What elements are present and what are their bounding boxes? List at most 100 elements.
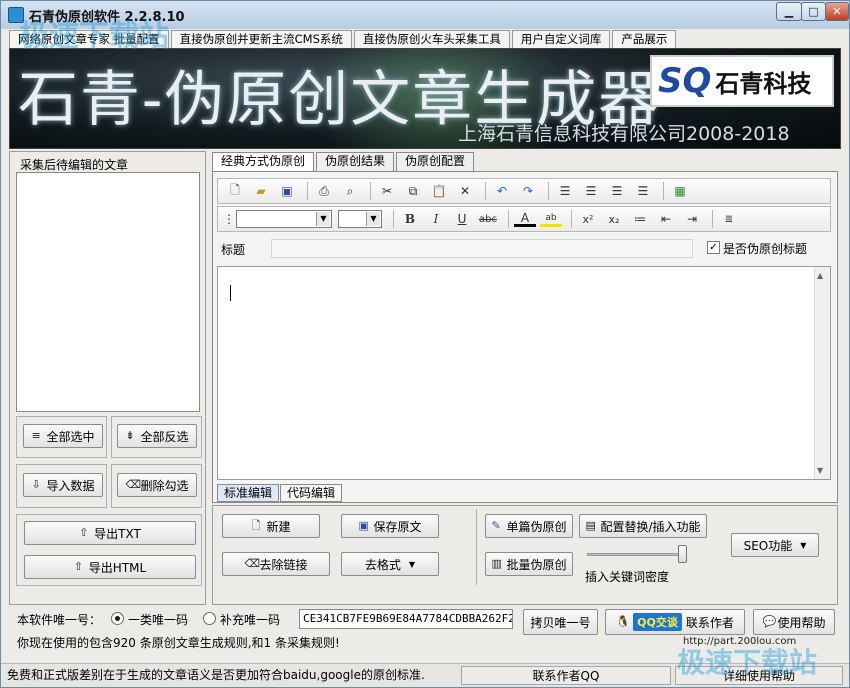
tab-code-edit[interactable]: 代码编辑 (280, 484, 343, 502)
save-icon[interactable]: ▣ (276, 181, 298, 201)
editor-panel: 🗋 ▰ ▣ ⎙ ⌕ ✂ ⧉ 📋 ✕ ↶ ↷ ☰ ☰ ☰ ☰ ▦ ⋮ ▼ ▼ B … (212, 171, 838, 503)
tab-classic-pseudo[interactable]: 经典方式伪原创 (212, 152, 315, 172)
italic-icon[interactable]: I (425, 209, 447, 229)
align-center-icon[interactable]: ☰ (580, 181, 602, 201)
toolbar-separator (712, 210, 713, 228)
font-family-select[interactable]: ▼ (236, 210, 332, 228)
editor-scrollbar[interactable]: ▲ ▼ (814, 267, 830, 479)
help-button[interactable]: 💬 使用帮助 (753, 609, 835, 635)
invert-select-button[interactable]: ⇟ 全部反选 (117, 424, 197, 448)
new-button[interactable]: 🗋 新建 (222, 514, 320, 538)
superscript-icon[interactable]: x² (577, 209, 599, 229)
rules-info: 你现在使用的包含920 条原创文章生成规则,和1 条采集规则! (17, 636, 340, 650)
highlight-color-icon[interactable]: ab (540, 211, 562, 227)
title-input[interactable] (271, 239, 693, 258)
export-html-button[interactable]: ⇧ 导出HTML (24, 555, 196, 579)
save-original-button[interactable]: ▣ 保存原文 (341, 514, 439, 538)
toolbar-separator (508, 210, 509, 228)
copy-code-label: 拷贝唯一号 (530, 615, 591, 630)
radio-type2[interactable] (203, 612, 216, 625)
config-replace-button[interactable]: ▤ 配置替换/插入功能 (579, 514, 707, 538)
new-doc-icon[interactable]: 🗋 (224, 181, 246, 201)
pen-icon: ✎ (491, 519, 501, 532)
delete-checked-button[interactable]: ⌫ 删除勾选 (117, 473, 197, 497)
toolbar-separator (663, 182, 664, 200)
scroll-up-icon[interactable]: ▲ (817, 271, 823, 280)
tab-pseudo-result[interactable]: 伪原创结果 (316, 152, 395, 171)
font-size-select[interactable]: ▼ (338, 210, 382, 228)
menu-locomotive-tool[interactable]: 直接伪原创火车头采集工具 (353, 30, 510, 48)
minimize-button[interactable]: ▁ (776, 2, 802, 21)
pseudo-title-checkbox[interactable]: ✓ (707, 241, 720, 254)
remove-links-label: 去除链接 (259, 557, 308, 572)
select-all-button[interactable]: ≡ 全部选中 (23, 424, 103, 448)
batch-pseudo-button[interactable]: ▥ 批量伪原创 (485, 552, 573, 576)
single-pseudo-label: 单篇伪原创 (506, 519, 567, 534)
cut-icon[interactable]: ✂ (376, 181, 398, 201)
keyword-density-thumb[interactable] (678, 545, 687, 563)
copy-icon[interactable]: ⧉ (402, 181, 424, 201)
print-icon[interactable]: ⎙ (313, 181, 335, 201)
outdent-icon[interactable]: ⇤ (655, 209, 677, 229)
menu-user-dictionary[interactable]: 用户自定义词库 (511, 30, 611, 48)
clear-format-button[interactable]: 去格式 ▼ (341, 552, 439, 576)
status-contact-qq[interactable]: 联系作者QQ (461, 666, 671, 685)
copy-code-button[interactable]: 拷贝唯一号 (523, 609, 598, 635)
source-icon[interactable]: ≣ (718, 209, 740, 229)
tab-pseudo-config[interactable]: 伪原创配置 (396, 152, 475, 171)
seo-button[interactable]: SEO功能 ▼ (731, 533, 819, 557)
undo-icon[interactable]: ↶ (491, 181, 513, 201)
toolbar-separator (571, 210, 572, 228)
watermark-top: 极速下载站 (19, 19, 169, 54)
underline-icon[interactable]: U (451, 209, 473, 229)
print-preview-icon[interactable]: ⌕ (339, 181, 361, 201)
align-justify-icon[interactable]: ☰ (632, 181, 654, 201)
contact-author-label: 联系作者 (685, 615, 734, 630)
main-window: 石青伪原创软件 2.2.8.10 ▁ □ ✕ 网络原创文章专家 批量配置 直接伪… (0, 0, 850, 688)
bold-icon[interactable]: B (399, 209, 421, 229)
align-right-icon[interactable]: ☰ (606, 181, 628, 201)
redo-icon[interactable]: ↷ (517, 181, 539, 201)
remove-links-button[interactable]: ⌫ 去除链接 (222, 552, 330, 576)
close-button[interactable]: ✕ (825, 2, 849, 21)
numbered-list-icon[interactable]: ≔ (629, 209, 651, 229)
unique-code-field[interactable]: CE341CB7FE9B69E84A7784CDBBA262F2 (299, 609, 513, 629)
seo-label: SEO功能 (743, 538, 793, 553)
banner: 石青-伪原创文章生成器 SQ 石青科技 上海石青信息科技有限公司2008-201… (9, 48, 841, 149)
strikethrough-icon[interactable]: abc (477, 209, 499, 229)
export-txt-button[interactable]: ⇧ 导出TXT (24, 521, 196, 545)
pseudo-title-label: 是否伪原创标题 (723, 242, 808, 256)
article-editor[interactable]: ▲ ▼ (217, 266, 831, 480)
insert-image-icon[interactable]: ▦ (669, 181, 691, 201)
editor-toolbar-2: ⋮ ▼ ▼ B I U abc A ab x² x₂ ≔ ⇤ ⇥ ≣ (217, 206, 831, 232)
toolbar-separator (307, 182, 308, 200)
font-color-icon[interactable]: A (514, 211, 536, 227)
menu-products[interactable]: 产品展示 (612, 30, 677, 48)
select-all-icon: ≡ (31, 429, 41, 442)
export-html-label: 导出HTML (88, 560, 147, 575)
toolbar-separator (548, 182, 549, 200)
radio-type1[interactable] (111, 612, 124, 625)
keyword-density-slider[interactable] (587, 553, 687, 556)
paste-icon[interactable]: 📋 (428, 181, 450, 201)
import-data-button[interactable]: ⇩ 导入数据 (23, 473, 103, 497)
qq-penguin-icon: 🐧 (616, 615, 630, 628)
chevron-down-icon: ▼ (316, 212, 330, 226)
status-message: 免费和正式版差别在于生成的文章语义是否更加符合baidu,google的原创标准… (7, 668, 425, 682)
align-left-icon[interactable]: ☰ (554, 181, 576, 201)
tab-standard-edit[interactable]: 标准编辑 (217, 484, 280, 502)
single-pseudo-button[interactable]: ✎ 单篇伪原创 (485, 514, 573, 538)
radio-type1-label: 一类唯一码 (128, 613, 189, 627)
scroll-down-icon[interactable]: ▼ (817, 466, 823, 475)
menu-cms-update[interactable]: 直接伪原创并更新主流CMS系统 (170, 30, 352, 48)
open-folder-icon[interactable]: ▰ (250, 181, 272, 201)
subscript-icon[interactable]: x₂ (603, 209, 625, 229)
save-icon: ▣ (358, 519, 369, 532)
delete-icon[interactable]: ✕ (454, 181, 476, 201)
article-list[interactable] (16, 172, 200, 412)
maximize-button[interactable]: □ (801, 2, 826, 21)
keyword-density-label: 插入关键词密度 (585, 570, 670, 584)
article-list-label: 采集后待编辑的文章 (18, 156, 131, 173)
contact-author-button[interactable]: 🐧 QQ交谈 联系作者 (605, 609, 745, 635)
indent-icon[interactable]: ⇥ (681, 209, 703, 229)
